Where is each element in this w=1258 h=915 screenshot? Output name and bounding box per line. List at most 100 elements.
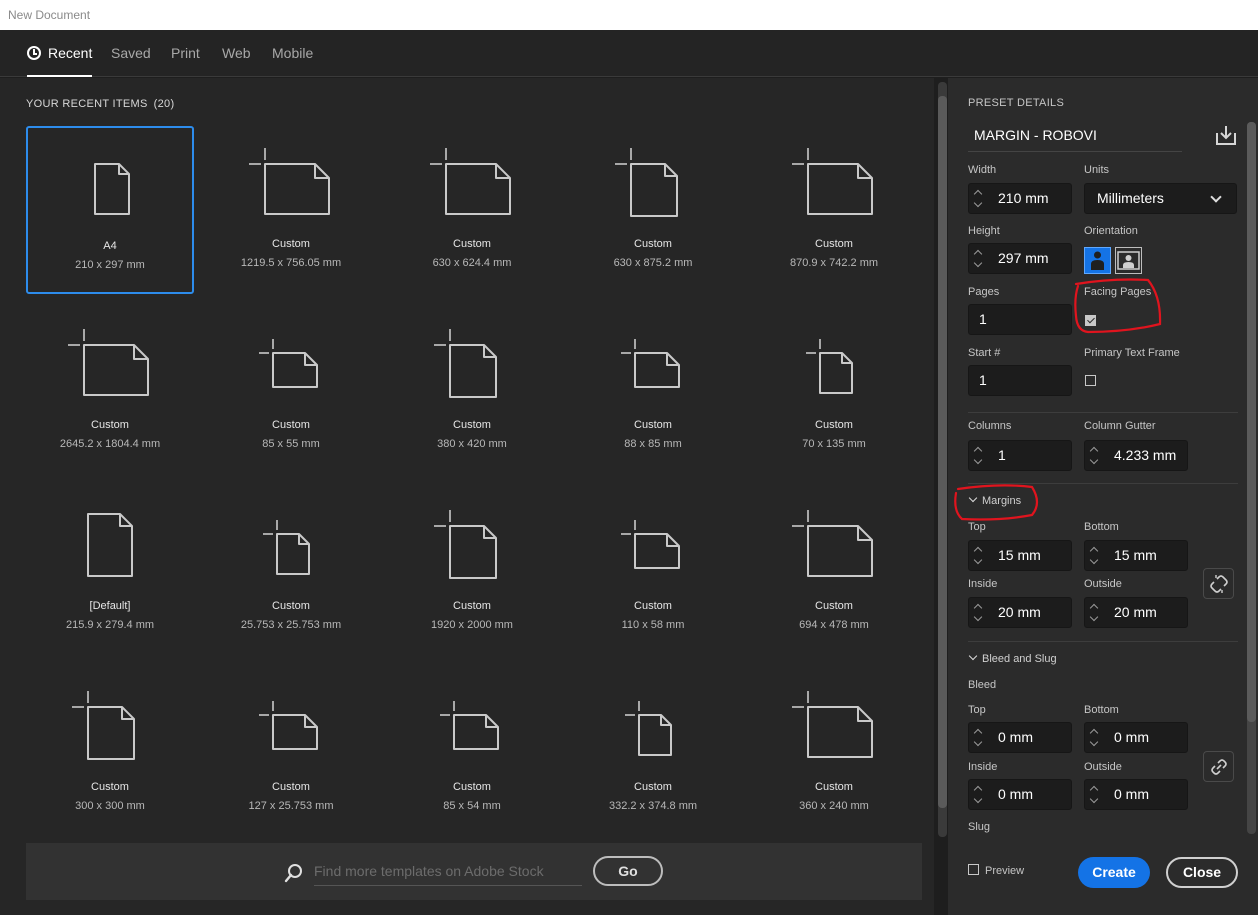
bleed-outside-input[interactable]: 0 mm (1084, 779, 1188, 810)
width-stepper[interactable] (969, 184, 989, 213)
margin-bottom-input[interactable]: 15 mm (1084, 540, 1188, 571)
height-label: Height (968, 225, 1000, 237)
recent-item[interactable]: Custom 870.9 x 742.2 mm (750, 126, 918, 294)
close-button[interactable]: Close (1166, 857, 1238, 888)
margin-top-input[interactable]: 15 mm (968, 540, 1072, 571)
orientation-landscape-button[interactable] (1115, 247, 1142, 274)
scrollbar-thumb[interactable] (938, 96, 947, 808)
chevron-down-icon (968, 651, 978, 661)
height-input[interactable]: 297 mm (968, 243, 1072, 274)
document-preset-icon (87, 513, 133, 577)
width-label: Width (968, 164, 997, 176)
bleed-outside-label: Outside (1084, 761, 1122, 773)
tab-recent[interactable]: Recent (27, 30, 93, 77)
recent-item-name: Custom (634, 600, 672, 612)
recent-item-size: 215.9 x 279.4 mm (65, 619, 155, 631)
recent-item[interactable]: Custom 70 x 135 mm (750, 307, 918, 475)
recent-item[interactable]: Custom 1219.5 x 756.05 mm (207, 126, 375, 294)
preset-panel-scrollbar[interactable] (1247, 122, 1256, 834)
recent-item-size: 127 x 25.753 mm (248, 800, 334, 812)
margin-bottom-stepper[interactable] (1085, 541, 1105, 570)
tab-bar: Recent Saved Print Web Mobile (0, 30, 1258, 77)
search-icon (284, 864, 302, 883)
column-gutter-stepper[interactable] (1085, 441, 1105, 470)
preview-checkbox[interactable] (968, 864, 979, 875)
recent-item[interactable]: Custom 85 x 54 mm (388, 669, 556, 837)
column-gutter-input[interactable]: 4.233 mm (1084, 440, 1188, 471)
save-preset-icon[interactable] (1214, 124, 1238, 146)
recent-item[interactable]: Custom 694 x 478 mm (750, 488, 918, 656)
pages-input[interactable]: 1 (968, 304, 1072, 335)
recent-item[interactable]: Custom 630 x 875.2 mm (569, 126, 737, 294)
scrollbar-thumb[interactable] (1247, 122, 1256, 722)
window-title: New Document (0, 0, 1258, 30)
width-value: 210 mm (998, 190, 1049, 206)
units-dropdown[interactable]: Millimeters (1084, 183, 1237, 214)
orientation-portrait-button[interactable] (1084, 247, 1111, 274)
bleed-inside-value: 0 mm (998, 786, 1033, 802)
margin-outside-input[interactable]: 20 mm (1084, 597, 1188, 628)
columns-input[interactable]: 1 (968, 440, 1072, 471)
margin-outside-stepper[interactable] (1085, 598, 1105, 627)
recent-item-size: 2645.2 x 1804.4 mm (59, 438, 161, 450)
divider (968, 483, 1238, 484)
bleed-top-stepper[interactable] (969, 723, 989, 752)
go-button[interactable]: Go (593, 856, 663, 886)
document-preset-icon (792, 510, 873, 577)
primary-text-frame-checkbox[interactable] (1085, 375, 1096, 386)
bleed-slug-section-toggle[interactable]: Bleed and Slug (968, 651, 1057, 665)
preview-toggle[interactable]: Preview (968, 864, 1024, 877)
bleed-inside-input[interactable]: 0 mm (968, 779, 1072, 810)
recent-item-name: Custom (272, 781, 310, 793)
margin-top-stepper[interactable] (969, 541, 989, 570)
facing-pages-checkbox[interactable] (1085, 315, 1096, 326)
stock-search-input[interactable] (314, 857, 582, 886)
bleed-link-button[interactable] (1203, 751, 1234, 782)
tab-mobile[interactable]: Mobile (272, 30, 313, 76)
recent-item-size: 85 x 55 mm (262, 438, 320, 450)
recent-item-name: Custom (453, 781, 491, 793)
recent-item[interactable]: Custom 25.753 x 25.753 mm (207, 488, 375, 656)
recent-items-scrollbar[interactable] (936, 82, 948, 837)
tab-web[interactable]: Web (222, 30, 251, 76)
recent-item[interactable]: Custom 88 x 85 mm (569, 307, 737, 475)
columns-label: Columns (968, 420, 1012, 432)
document-preset-icon (263, 520, 310, 575)
facing-pages-label: Facing Pages (1084, 286, 1152, 298)
bleed-outside-stepper[interactable] (1085, 780, 1105, 809)
create-button[interactable]: Create (1078, 857, 1150, 888)
recent-item[interactable]: A4 210 x 297 mm (26, 126, 194, 294)
bleed-label: Bleed (968, 679, 997, 691)
recent-item[interactable]: Custom 127 x 25.753 mm (207, 669, 375, 837)
columns-stepper[interactable] (969, 441, 989, 470)
margins-section-toggle[interactable]: Margins (968, 493, 1021, 507)
margin-bottom-value: 15 mm (1114, 547, 1157, 563)
margin-inside-input[interactable]: 20 mm (968, 597, 1072, 628)
recent-item[interactable]: Custom 2645.2 x 1804.4 mm (26, 307, 194, 475)
recent-item[interactable]: Custom 380 x 420 mm (388, 307, 556, 475)
column-gutter-value: 4.233 mm (1114, 447, 1177, 463)
recent-item[interactable]: Custom 630 x 624.4 mm (388, 126, 556, 294)
margin-inside-stepper[interactable] (969, 598, 989, 627)
recent-item[interactable]: Custom 300 x 300 mm (26, 669, 194, 837)
margins-link-button[interactable] (1203, 568, 1234, 599)
recent-item[interactable]: Custom 85 x 55 mm (207, 307, 375, 475)
start-page-input[interactable]: 1 (968, 365, 1072, 396)
recent-item[interactable]: Custom 332.2 x 374.8 mm (569, 669, 737, 837)
tab-print[interactable]: Print (171, 30, 200, 76)
bleed-inside-stepper[interactable] (969, 780, 989, 809)
recent-item[interactable]: Custom 360 x 240 mm (750, 669, 918, 837)
recent-item[interactable]: [Default] 215.9 x 279.4 mm (26, 488, 194, 656)
primary-text-frame-label: Primary Text Frame (1084, 347, 1180, 359)
bleed-top-input[interactable]: 0 mm (968, 722, 1072, 753)
tab-saved[interactable]: Saved (111, 30, 151, 76)
bleed-bottom-input[interactable]: 0 mm (1084, 722, 1188, 753)
recent-item[interactable]: Custom 1920 x 2000 mm (388, 488, 556, 656)
recent-item[interactable]: Custom 110 x 58 mm (569, 488, 737, 656)
preset-name-field[interactable]: MARGIN - ROBOVI (968, 122, 1182, 152)
height-stepper[interactable] (969, 244, 989, 273)
recent-item-name: Custom (634, 419, 672, 431)
bleed-bottom-stepper[interactable] (1085, 723, 1105, 752)
recent-item-name: Custom (272, 600, 310, 612)
width-input[interactable]: 210 mm (968, 183, 1072, 214)
